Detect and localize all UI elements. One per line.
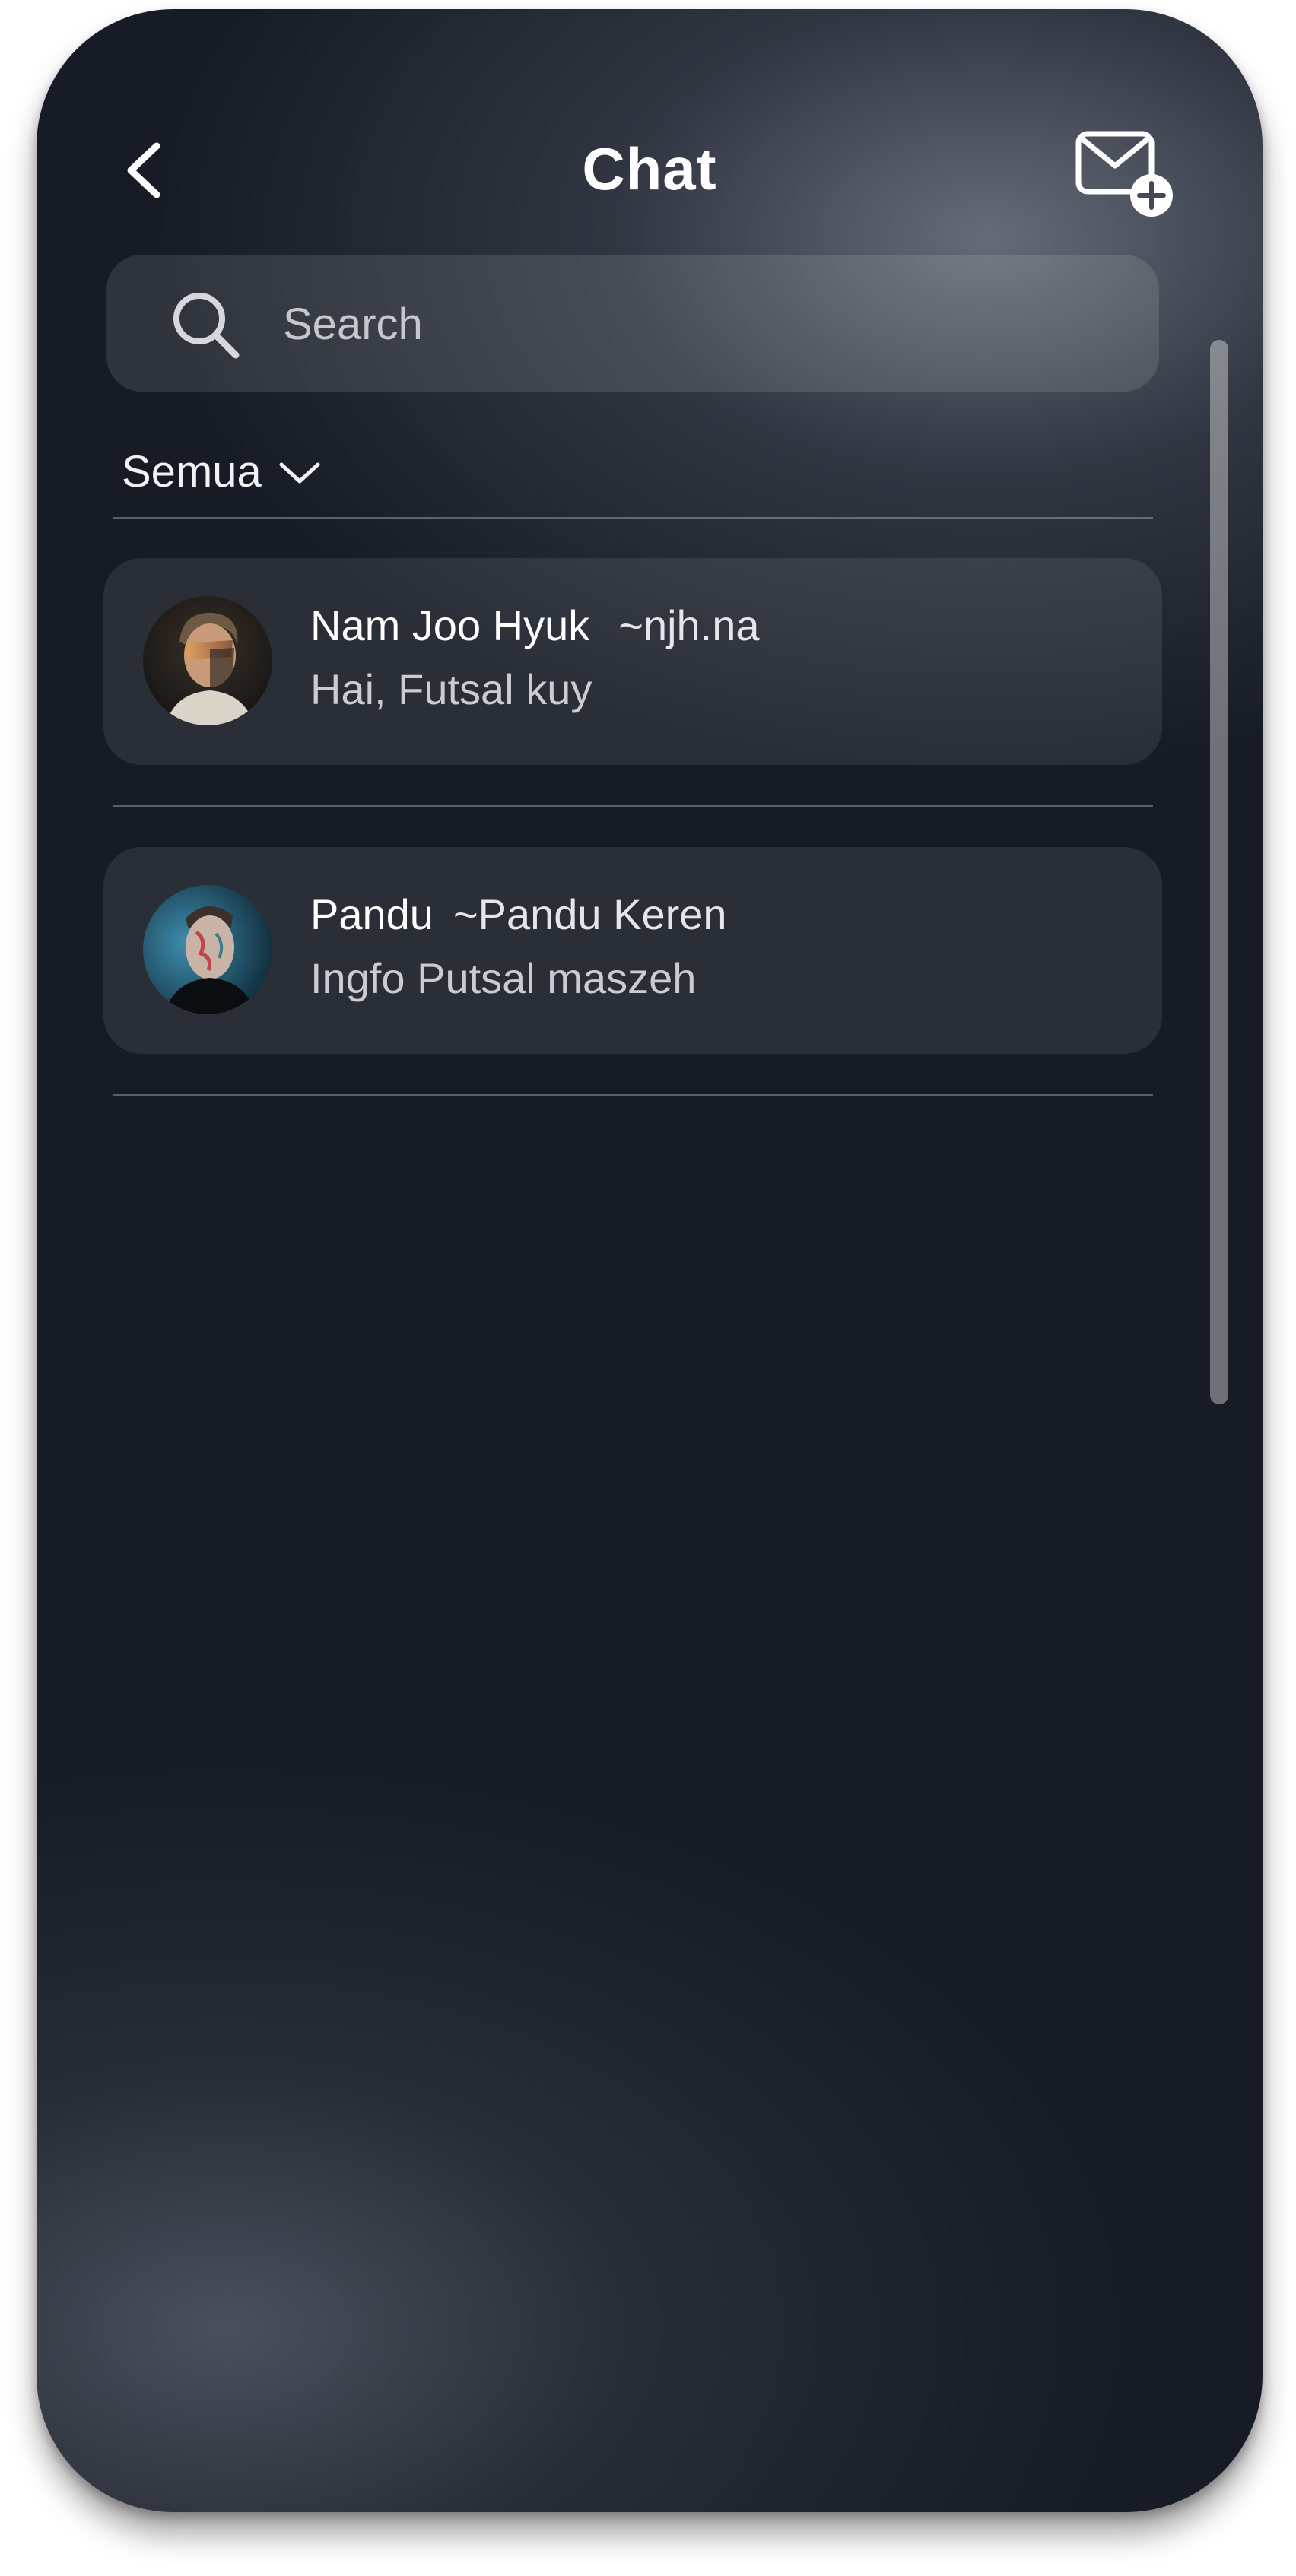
divider — [113, 517, 1153, 519]
search-input[interactable] — [281, 285, 1121, 363]
divider — [113, 1094, 1153, 1096]
mail-plus-icon — [1075, 131, 1173, 217]
chat-title: Pandu ~Pandu Keren — [310, 890, 727, 939]
chat-title: Nam Joo Hyuk ~njh.na — [310, 601, 760, 650]
chat-item-nam-joo-hyuk[interactable]: Nam Joo Hyuk ~njh.na Hai, Futsal kuy — [103, 558, 1162, 765]
last-message: Hai, Futsal kuy — [310, 665, 592, 713]
contact-name: Pandu — [310, 890, 434, 938]
contact-name: Nam Joo Hyuk — [310, 601, 590, 649]
contact-alias: ~Pandu Keren — [453, 890, 727, 938]
search-bar[interactable] — [106, 255, 1159, 392]
filter-label: Semua — [122, 447, 262, 496]
search-icon — [173, 293, 240, 359]
avatar — [143, 885, 272, 1014]
divider — [113, 805, 1153, 807]
avatar — [143, 596, 272, 725]
last-message: Ingfo Putsal maszeh — [310, 954, 697, 1002]
filter-dropdown[interactable]: Semua — [122, 446, 322, 497]
contact-alias: ~njh.na — [618, 601, 760, 649]
new-message-button[interactable] — [1071, 123, 1177, 222]
chat-item-pandu[interactable]: Pandu ~Pandu Keren Ingfo Putsal maszeh — [103, 847, 1162, 1054]
scrollbar[interactable] — [1210, 340, 1228, 1404]
chat-screen: Chat Semua — [37, 9, 1263, 2512]
chevron-down-icon — [279, 462, 320, 483]
